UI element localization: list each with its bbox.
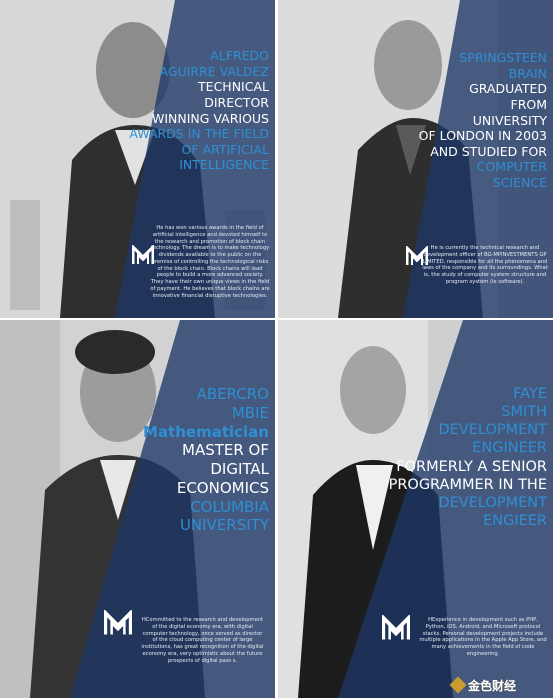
watermark-logo-icon xyxy=(449,676,467,694)
bio-springsteen: He is currently the technical research a… xyxy=(422,245,548,285)
m-logo-icon xyxy=(382,615,410,640)
bio-aguirre: He has won various awards in the field o… xyxy=(150,225,270,299)
name-springsteen: SPRINGSTEEN BRAIN GRADUATED FROM UNIVERS… xyxy=(418,50,547,190)
name-aguirre: AlFREDO AGUIRRE VALDEZ TECHNICAL DIRECTO… xyxy=(129,48,269,173)
name-smith: FAYE SMITH DEVELOPMENT ENGINEER FORMERLY… xyxy=(388,386,547,529)
name-abercrombie: ABERCRO MBIE Mathematician MASTER OF DIG… xyxy=(143,385,269,535)
m-logo-icon xyxy=(104,610,132,635)
bio-smith: HExperience in development such as PHP, … xyxy=(419,617,547,657)
bio-abercrombie: HCommitted to the research and developme… xyxy=(141,617,264,664)
watermark: 金色财经 xyxy=(449,676,517,694)
watermark-text: 金色财经 xyxy=(468,678,517,693)
